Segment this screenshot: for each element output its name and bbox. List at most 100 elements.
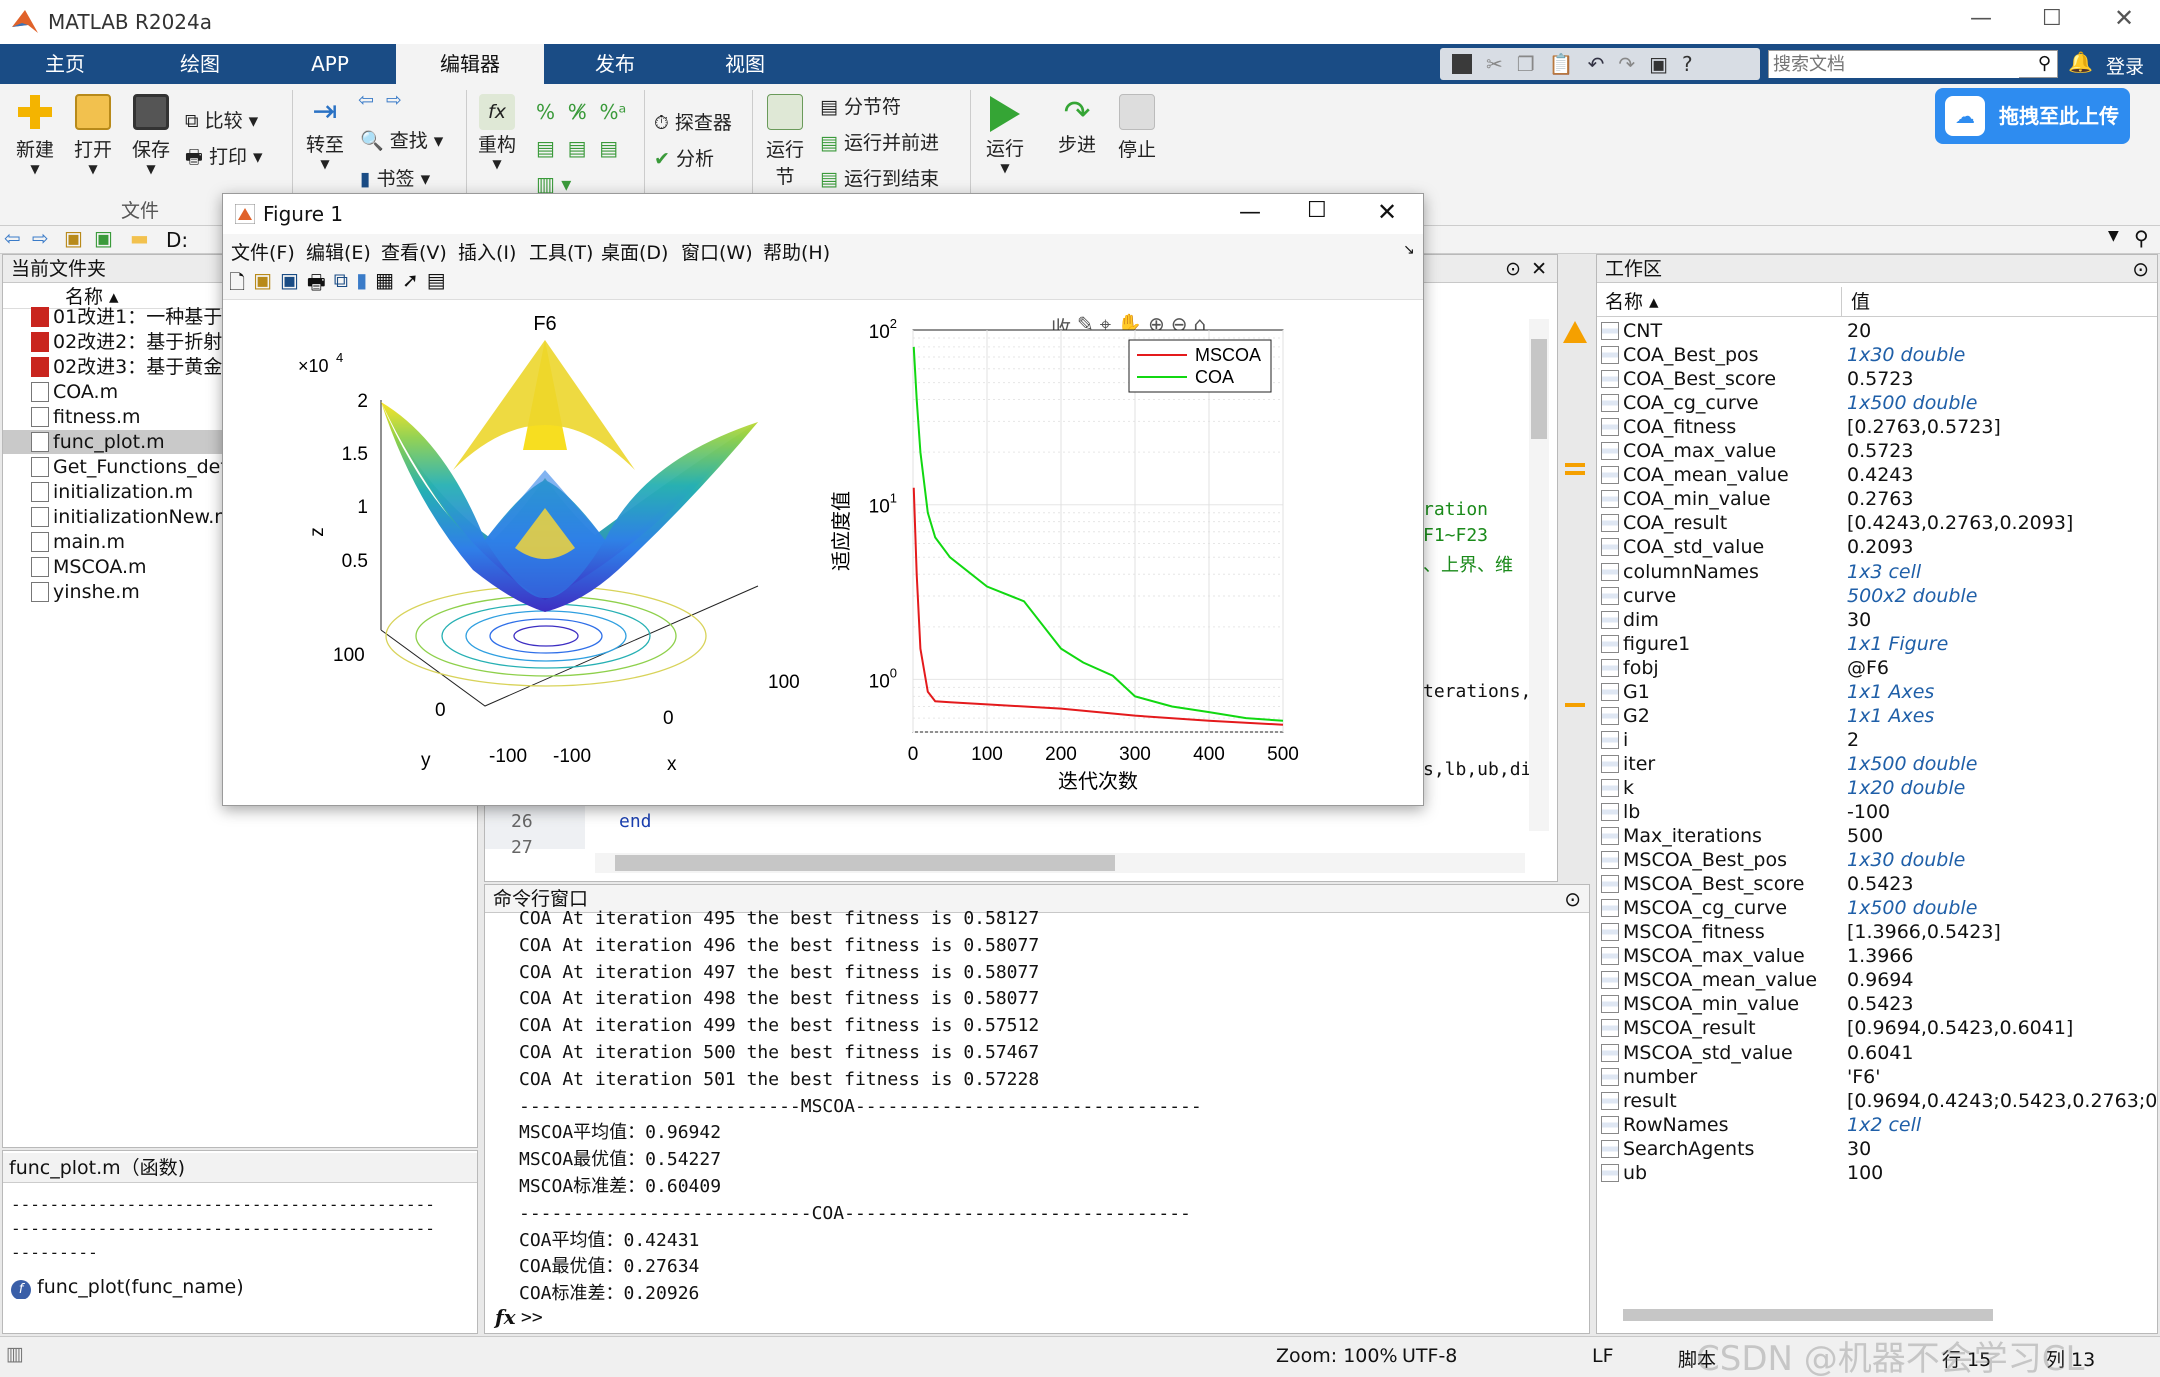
- figure-dock-icon[interactable]: ↘: [1403, 242, 1415, 258]
- workspace-variable[interactable]: dim 30: [1597, 608, 2157, 632]
- step-button[interactable]: ↷ 步进: [1054, 94, 1100, 157]
- back-forward-arrows[interactable]: ⇦ ⇨: [358, 89, 402, 111]
- workspace-variable[interactable]: iter 1x500 double: [1597, 752, 2157, 776]
- workspace-variable[interactable]: SearchAgents 30: [1597, 1137, 2157, 1161]
- cut-icon[interactable]: ✂: [1486, 52, 1503, 76]
- upload-widget[interactable]: ☁ 拖拽至此上传: [1935, 88, 2130, 144]
- workspace-variable[interactable]: MSCOA_fitness [1.3966,0.5423]: [1597, 920, 2157, 944]
- analyze-button[interactable]: ✔ 分析: [654, 144, 714, 171]
- tab-plots[interactable]: 绘图: [150, 44, 250, 84]
- workspace-variable[interactable]: ub 100: [1597, 1161, 2157, 1185]
- save-figure-icon[interactable]: ▣: [280, 268, 299, 295]
- open-button[interactable]: 打开 ▼: [68, 94, 118, 176]
- workspace-variable[interactable]: curve 500x2 double: [1597, 584, 2157, 608]
- profiler-button[interactable]: ⏱ 探查器: [654, 108, 732, 135]
- back-arrow-icon[interactable]: ⇦: [4, 226, 21, 250]
- workspace-variable[interactable]: lb -100: [1597, 800, 2157, 824]
- tab-home[interactable]: 主页: [20, 44, 110, 84]
- workspace-variable[interactable]: MSCOA_min_value 0.5423: [1597, 992, 2157, 1016]
- comment-tools[interactable]: % %̸ %ᵃ ▤ ▤ ▤ ▥ ▾: [536, 94, 626, 202]
- search-icon[interactable]: ⚲: [2038, 53, 2051, 74]
- path-drive[interactable]: D:: [166, 228, 188, 252]
- workspace-variable[interactable]: MSCOA_Best_pos 1x30 double: [1597, 848, 2157, 872]
- workspace-variable[interactable]: fobj @F6: [1597, 656, 2157, 680]
- workspace-variable[interactable]: COA_max_value 0.5723: [1597, 439, 2157, 463]
- legend-icon[interactable]: ▦: [375, 268, 394, 295]
- menu-insert[interactable]: 插入(I): [458, 238, 516, 265]
- search-box[interactable]: ⚲: [1768, 50, 2058, 78]
- menu-edit[interactable]: 编辑(E): [306, 238, 371, 265]
- horizontal-scrollbar[interactable]: [1623, 1309, 1993, 1321]
- figure-close-button[interactable]: ✕: [1377, 198, 1397, 226]
- link-plot-icon[interactable]: ⧉: [334, 268, 348, 295]
- save-button[interactable]: 保存 ▼: [126, 94, 176, 176]
- convergence-axes[interactable]: 0 100 200 300 400 500 100 101 102 迭代次数 适应度值 MSCOACO…: [830, 316, 1299, 793]
- menu-desktop[interactable]: 桌面(D): [601, 238, 668, 265]
- warning-marker[interactable]: [1565, 471, 1585, 475]
- workspace-header[interactable]: 名称 ▴ 值: [1597, 287, 2157, 317]
- workspace-variable[interactable]: MSCOA_max_value 1.3966: [1597, 944, 2157, 968]
- pointer-icon[interactable]: ➚: [402, 268, 419, 295]
- tab-view[interactable]: 视图: [690, 44, 800, 84]
- bookmark-button[interactable]: ▮ 书签 ▾: [360, 164, 430, 191]
- forward-arrow-icon[interactable]: ⇨: [32, 226, 49, 250]
- workspace-variable[interactable]: MSCOA_Best_score 0.5423: [1597, 872, 2157, 896]
- run-button[interactable]: 运行 ▼: [982, 94, 1028, 175]
- property-editor-icon[interactable]: ▤: [427, 268, 446, 295]
- figure-minimize-button[interactable]: —: [1239, 200, 1261, 225]
- workspace-variable[interactable]: COA_cg_curve 1x500 double: [1597, 391, 2157, 415]
- path-dropdown-icon[interactable]: ▼: [2108, 228, 2119, 244]
- copy-icon[interactable]: ❐: [1517, 52, 1535, 76]
- figure-maximize-button[interactable]: ☐: [1307, 198, 1327, 223]
- notification-icon[interactable]: 🔔: [2068, 50, 2093, 74]
- workspace-variable[interactable]: k 1x20 double: [1597, 776, 2157, 800]
- workspace-variable[interactable]: columnNames 1x3 cell: [1597, 560, 2157, 584]
- workspace-variable[interactable]: COA_Best_pos 1x30 double: [1597, 343, 2157, 367]
- warning-marker[interactable]: [1565, 463, 1585, 467]
- save-icon[interactable]: [1452, 54, 1472, 74]
- menu-window[interactable]: 窗口(W): [681, 238, 753, 265]
- switch-windows-icon[interactable]: ▣: [1649, 52, 1668, 76]
- menu-view[interactable]: 查看(V): [381, 238, 447, 265]
- fx-icon[interactable]: fx: [495, 1305, 516, 1329]
- section-break-button[interactable]: ▤ 分节符: [820, 92, 901, 119]
- warning-marker[interactable]: [1565, 703, 1585, 707]
- panel-menu-icon[interactable]: ⊙: [2132, 257, 2149, 281]
- login-link[interactable]: 登录: [2106, 52, 2144, 79]
- run-section-button[interactable]: 运行 节: [762, 94, 808, 189]
- menu-help[interactable]: 帮助(H): [763, 238, 830, 265]
- tab-publish[interactable]: 发布: [560, 44, 670, 84]
- search-input[interactable]: [1769, 51, 2019, 78]
- tab-editor[interactable]: 编辑器: [396, 44, 544, 84]
- workspace-variable[interactable]: CNT 20: [1597, 319, 2157, 343]
- workspace-variable[interactable]: number 'F6': [1597, 1065, 2157, 1089]
- workspace-variable[interactable]: COA_fitness [0.2763,0.5723]: [1597, 415, 2157, 439]
- refactor-button[interactable]: fx 重构 ▼: [474, 94, 520, 171]
- figure-window[interactable]: Figure 1 — ☐ ✕ 文件(F) 编辑(E) 查看(V) 插入(I) 工…: [222, 193, 1424, 806]
- paste-icon[interactable]: 📋: [1549, 52, 1574, 76]
- workspace-variable[interactable]: MSCOA_cg_curve 1x500 double: [1597, 896, 2157, 920]
- workspace-variable[interactable]: RowNames 1x2 cell: [1597, 1113, 2157, 1137]
- minimize-button[interactable]: —: [1970, 6, 1992, 31]
- workspace-variable[interactable]: i2: [1597, 728, 2157, 752]
- panel-close-icon[interactable]: ✕: [1531, 255, 1547, 283]
- workspace-variable[interactable]: MSCOA_result [0.9694,0.5423,0.6041]: [1597, 1016, 2157, 1040]
- help-icon[interactable]: ?: [1682, 52, 1693, 76]
- panel-menu-icon[interactable]: ⊙: [1505, 255, 1521, 283]
- workspace-variable[interactable]: G2 1x1 Axes: [1597, 704, 2157, 728]
- workspace-variable[interactable]: COA_result [0.4243,0.2763,0.2093]: [1597, 511, 2157, 535]
- open-file-icon[interactable]: ▣: [253, 268, 272, 295]
- workspace-variable[interactable]: G1 1x1 Axes: [1597, 680, 2157, 704]
- warning-icon[interactable]: [1563, 321, 1587, 343]
- print-button[interactable]: 🖶 打印 ▾: [185, 142, 263, 175]
- run-to-end-button[interactable]: ▤ 运行到结束: [820, 164, 939, 191]
- find-button[interactable]: 🔍 查找 ▾: [360, 126, 443, 153]
- run-and-advance-button[interactable]: ▤ 运行并前进: [820, 128, 939, 155]
- command-window[interactable]: 命令行窗口 ⊙ COA At iteration 495 the best fi…: [484, 884, 1590, 1334]
- undo-icon[interactable]: ↶: [1588, 52, 1605, 76]
- menu-file[interactable]: 文件(F): [231, 238, 295, 265]
- goto-button[interactable]: ⇥ 转至 ▼: [302, 94, 348, 171]
- print-figure-icon[interactable]: 🖶: [307, 268, 326, 295]
- menu-tools[interactable]: 工具(T): [529, 238, 593, 265]
- workspace-variable[interactable]: COA_min_value 0.2763: [1597, 487, 2157, 511]
